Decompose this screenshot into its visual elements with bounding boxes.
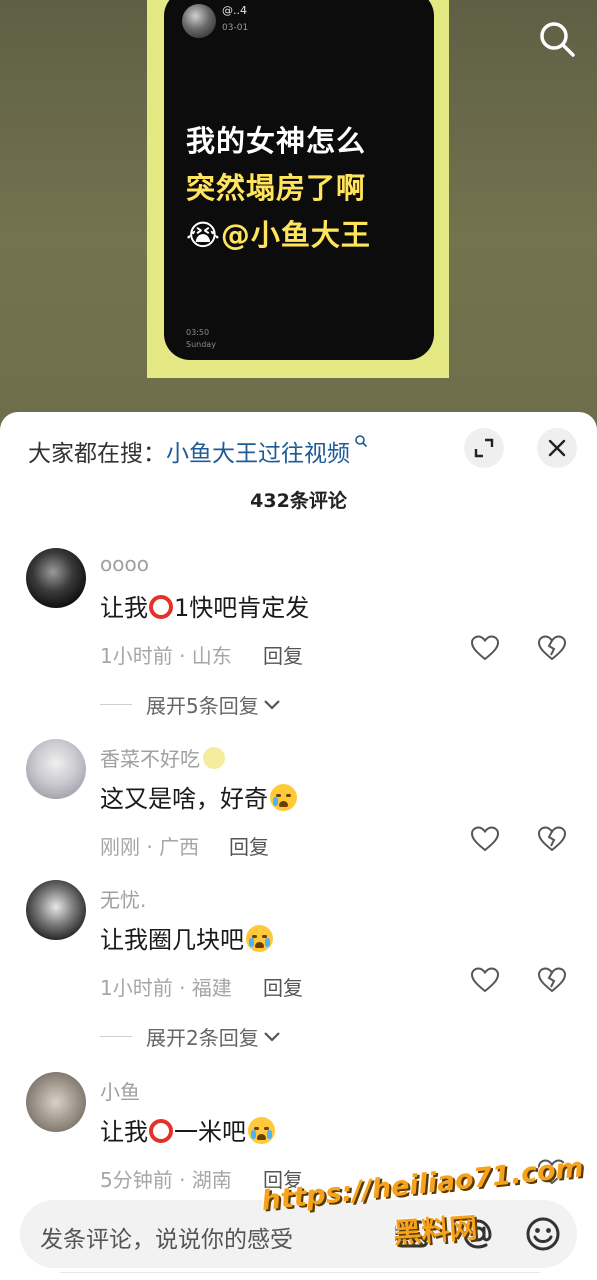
comment-item: oooo 让我 1快吧肯定发 1小时前 · 山东 回复 展开5条回复: [0, 548, 597, 718]
caption-mention: @小鱼大王: [220, 218, 371, 252]
heart-icon[interactable]: [470, 966, 502, 996]
comment-text-part: 让我圈几块吧: [100, 926, 244, 954]
fullscreen-icon: [474, 438, 494, 458]
comment-input-placeholder: 发条评论，说说你的感受: [40, 1227, 293, 1253]
reply-button[interactable]: 回复: [229, 831, 269, 860]
search-icon[interactable]: [536, 18, 578, 60]
avatar[interactable]: [26, 880, 86, 940]
poster-avatar: [182, 4, 216, 38]
comment-username[interactable]: 香菜不好吃: [100, 743, 225, 772]
broken-heart-icon[interactable]: [537, 966, 569, 996]
avatar[interactable]: [26, 1072, 86, 1132]
laughing-crying-emoji: [270, 784, 297, 811]
heart-icon[interactable]: [470, 634, 502, 664]
poster-author-date: 03-01: [222, 23, 249, 33]
caption-line-1: 我的女神怎么: [186, 124, 367, 158]
comment-text-part: 让我: [100, 1118, 148, 1146]
comment-meta: 1小时前 · 福建: [100, 976, 232, 1000]
search-suggestion[interactable]: 大家都在搜：小鱼大王过往视频: [28, 434, 368, 468]
reply-button[interactable]: 回复: [263, 972, 303, 1001]
watermark-logo: 黑料网: [392, 1211, 479, 1250]
comment-username-text: 香菜不好吃: [100, 747, 200, 771]
avatar[interactable]: [26, 548, 86, 608]
chevron-down-icon: [263, 699, 280, 710]
close-button[interactable]: [537, 428, 577, 468]
comment-username[interactable]: 小鱼: [100, 1076, 140, 1105]
expand-replies-label: 展开5条回复: [146, 694, 259, 718]
comment-username[interactable]: oooo: [100, 552, 149, 576]
comment-text-part: 让我: [100, 594, 148, 622]
red-circle-emoji: [149, 595, 173, 619]
suggestion-prefix: 大家都在搜：: [28, 441, 166, 467]
comment-item: 无忧. 让我圈几块吧 1小时前 · 福建 回复 展开2条回复: [0, 880, 597, 1050]
crying-emoji: 😭: [186, 218, 221, 252]
video-poster: @..4 03-01 我的女神怎么 突然塌房了啊 😭@小鱼大王 03:50 Su…: [164, 0, 434, 360]
comment-text-part: 1快吧肯定发: [174, 594, 310, 622]
comment-sheet: 大家都在搜：小鱼大王过往视频 432条评论 oooo 让我 1快吧肯定发 1小时前…: [0, 412, 597, 1280]
fullscreen-button[interactable]: [464, 428, 504, 468]
comment-text: 让我 1快吧肯定发: [100, 588, 309, 623]
divider: [100, 1036, 132, 1037]
divider: [100, 704, 132, 705]
poster-author-name: @..4: [222, 4, 247, 17]
poster-time: 03:50: [186, 328, 210, 337]
comment-text-part: 这又是啥，好奇: [100, 785, 268, 813]
chevron-down-icon: [263, 1031, 280, 1042]
expand-replies[interactable]: 展开5条回复: [100, 690, 281, 719]
comment-meta: 刚刚 · 广西: [100, 835, 200, 859]
suggestion-search-icon: [350, 435, 368, 452]
comment-text: 这又是啥，好奇: [100, 779, 297, 814]
close-icon: [548, 439, 566, 457]
poster-day: Sunday: [186, 340, 216, 349]
crying-emoji: [248, 1117, 275, 1144]
emoji-icon[interactable]: [523, 1214, 563, 1254]
caption-line-3: 😭@小鱼大王: [186, 212, 371, 254]
avatar[interactable]: [26, 739, 86, 799]
expand-replies-label: 展开2条回复: [146, 1026, 259, 1050]
smile-emoji: [203, 747, 225, 769]
crying-emoji: [246, 925, 273, 952]
comment-text: 让我 一米吧: [100, 1112, 275, 1147]
comment-text-part: 一米吧: [174, 1118, 246, 1146]
heart-icon[interactable]: [470, 825, 502, 855]
reply-button[interactable]: 回复: [263, 640, 303, 669]
comment-count: 432条评论: [250, 490, 347, 512]
comment-meta: 5分钟前 · 湖南: [100, 1168, 232, 1192]
red-circle-emoji: [149, 1119, 173, 1143]
comment-text: 让我圈几块吧: [100, 920, 273, 955]
comment-meta: 1小时前 · 山东: [100, 644, 232, 668]
broken-heart-icon[interactable]: [537, 825, 569, 855]
caption-line-2: 突然塌房了啊: [186, 171, 367, 205]
expand-replies[interactable]: 展开2条回复: [100, 1022, 281, 1051]
comment-username[interactable]: 无忧.: [100, 884, 146, 913]
comment-item: 香菜不好吃 这又是啥，好奇 刚刚 · 广西 回复: [0, 739, 597, 869]
bottom-divider: [60, 1272, 540, 1280]
broken-heart-icon[interactable]: [537, 634, 569, 664]
suggestion-link[interactable]: 小鱼大王过往视频: [166, 441, 350, 467]
